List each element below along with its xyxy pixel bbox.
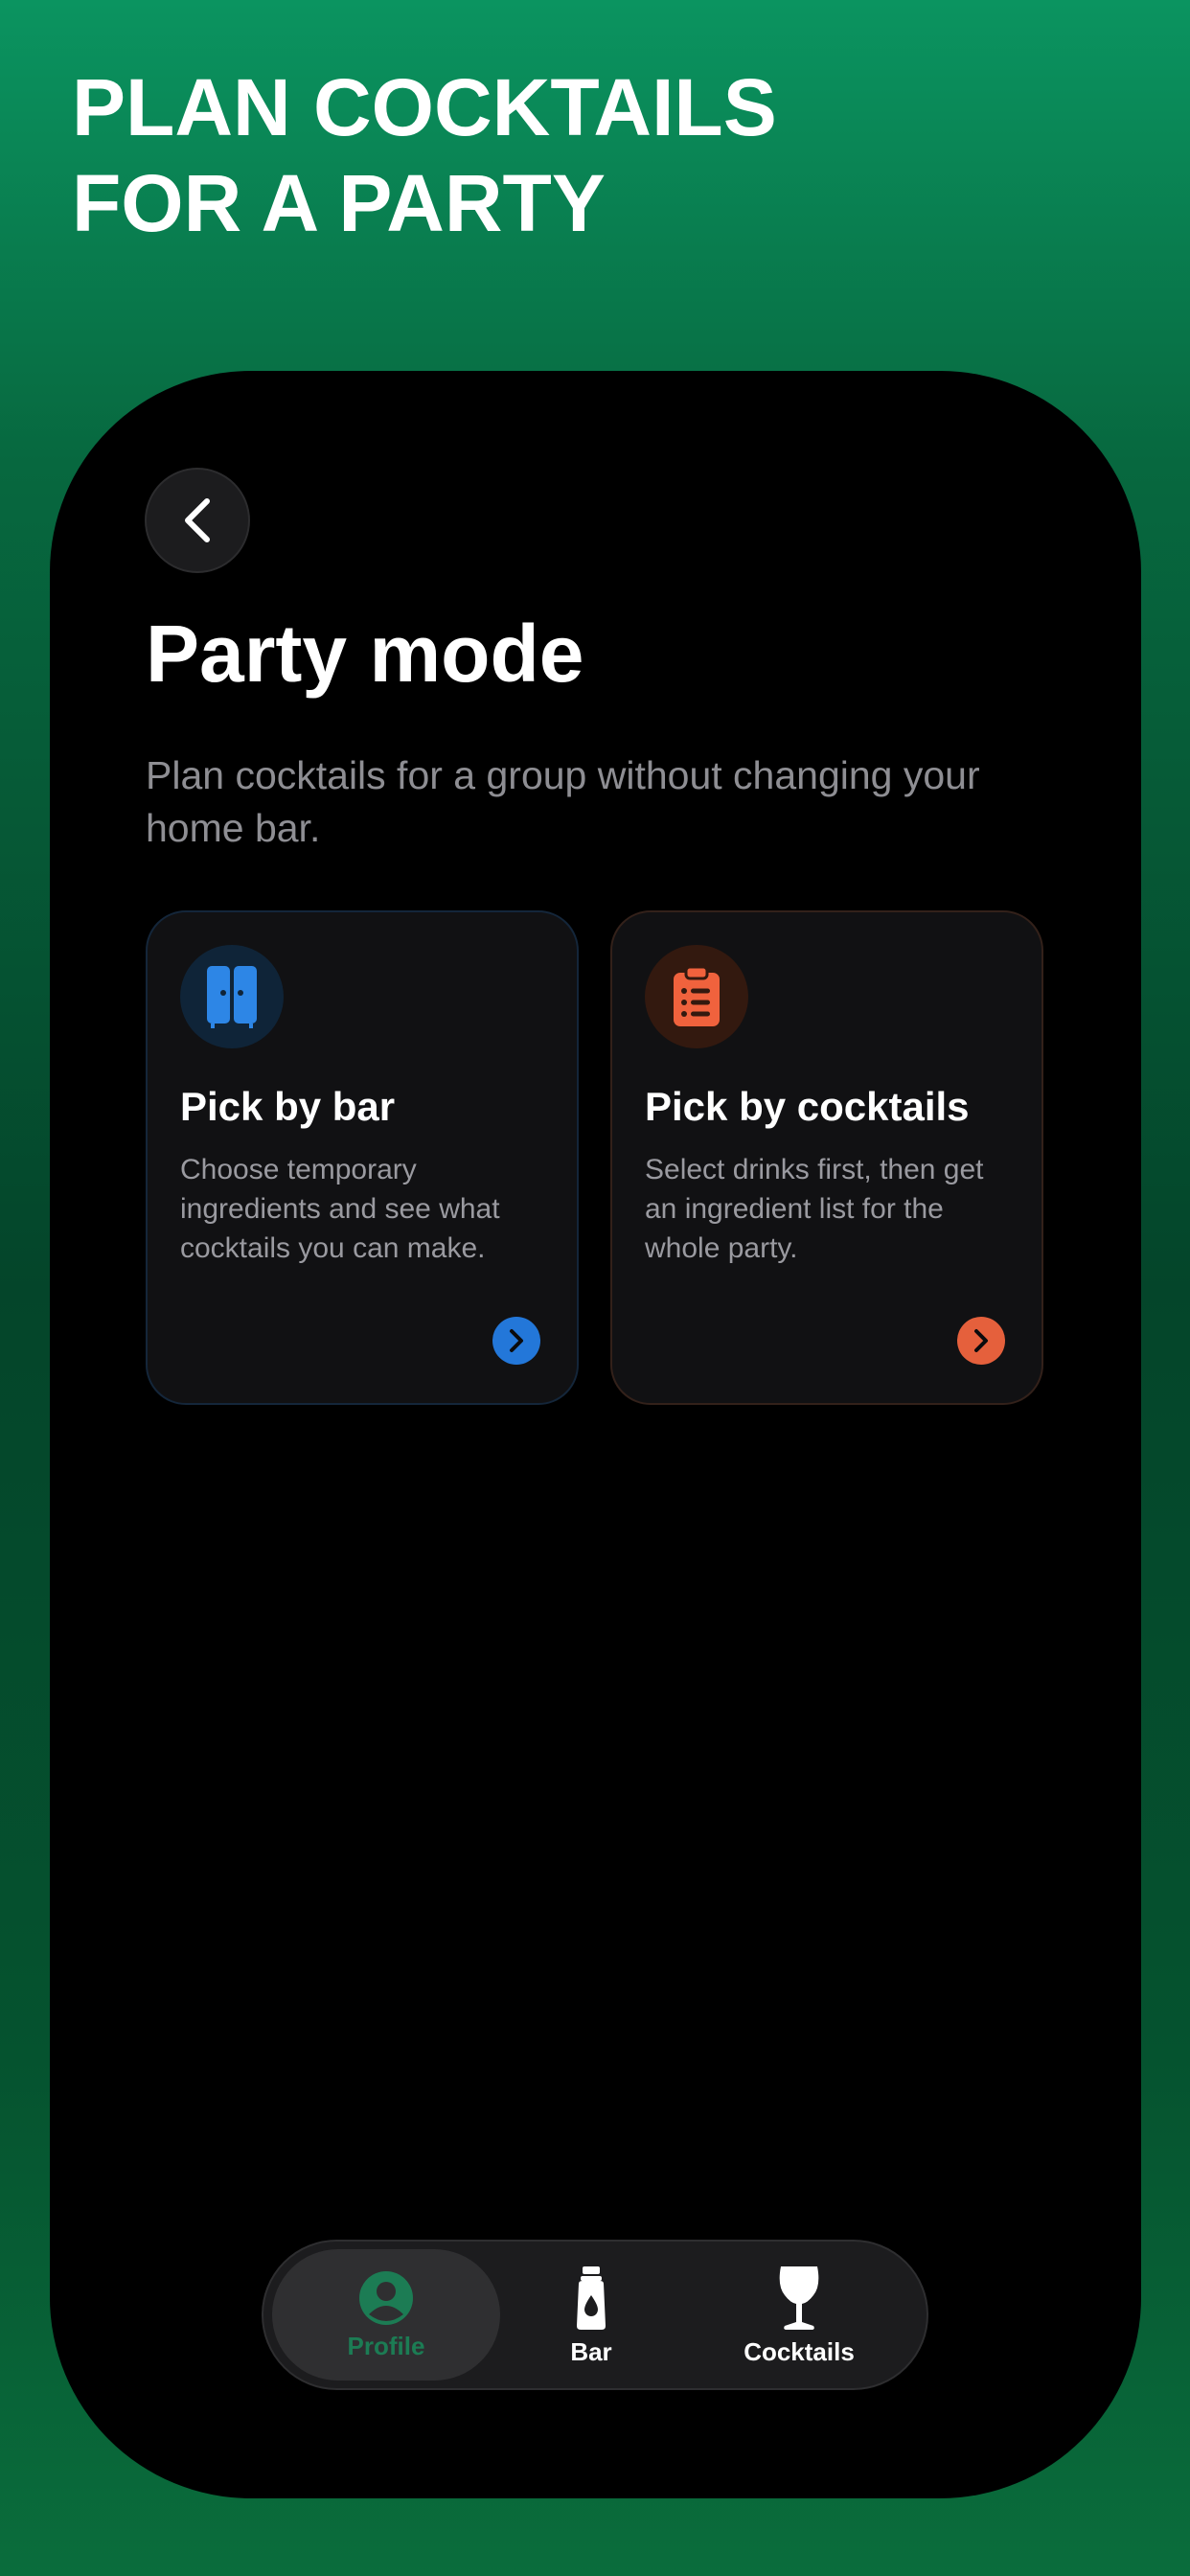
card-description: Select drinks first, then get an ingredi… (645, 1154, 984, 1264)
tab-bar: Profile Bar Cocktails (262, 2240, 928, 2390)
cabinet-icon (207, 966, 257, 1028)
cabinet-icon-badge (180, 945, 284, 1048)
tab-label: Bar (570, 2336, 612, 2366)
chevron-right-icon[interactable] (957, 1317, 1005, 1365)
pick-by-bar-card[interactable]: Pick by bar Choose temporary ingredients… (146, 910, 579, 1405)
tab-cocktails[interactable]: Cocktails (685, 2249, 913, 2380)
phone-screen: Party mode Plan cocktails for a group wi… (50, 371, 1141, 2498)
tab-label: Cocktails (744, 2336, 855, 2366)
back-button[interactable] (145, 468, 250, 573)
card-title: Pick by cocktails (645, 1084, 970, 1129)
headline-line-1: PLAN COCKTAILS (72, 62, 777, 152)
tab-bar-item[interactable]: Bar (477, 2249, 705, 2380)
clipboard-list-icon (674, 965, 720, 1026)
promo-headline: PLAN COCKTAILS FOR A PARTY (72, 59, 1126, 251)
profile-icon (359, 2270, 413, 2325)
wine-glass-icon (779, 2266, 819, 2330)
tab-profile[interactable]: Profile (272, 2249, 500, 2380)
headline-line-2: FOR A PARTY (72, 158, 606, 248)
card-title: Pick by bar (180, 1084, 396, 1129)
bottle-icon (577, 2266, 606, 2330)
tab-label: Profile (347, 2331, 425, 2360)
page-subtitle: Plan cocktails for a group without chang… (146, 753, 980, 850)
pick-by-cocktails-card[interactable]: Pick by cocktails Select drinks first, t… (610, 910, 1043, 1405)
card-description: Choose temporary ingredients and see wha… (180, 1154, 500, 1264)
page-title: Party mode (146, 609, 584, 699)
clipboard-icon-badge (645, 945, 748, 1048)
chevron-right-icon[interactable] (492, 1317, 540, 1365)
chevron-left-icon (185, 498, 210, 542)
